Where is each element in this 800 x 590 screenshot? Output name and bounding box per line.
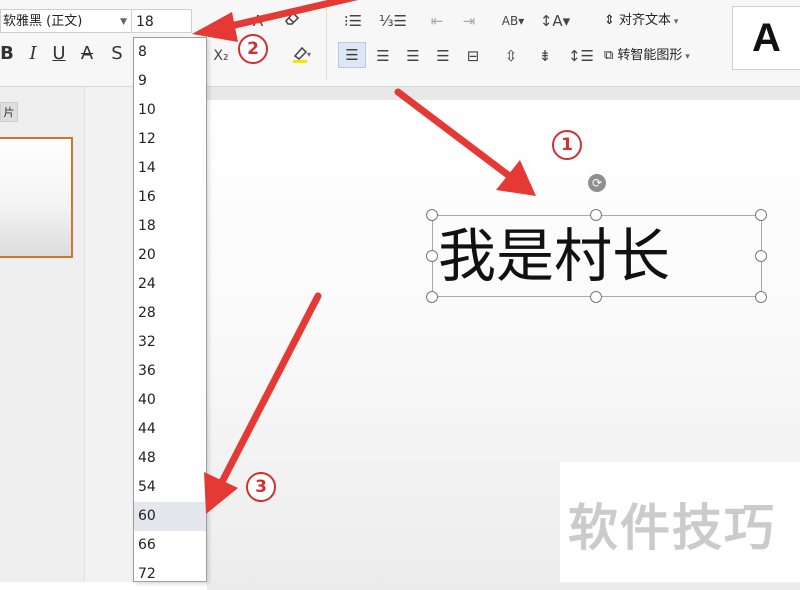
font-size-option[interactable]: 10 bbox=[134, 96, 206, 125]
slide-text[interactable]: 我是村长 bbox=[438, 218, 758, 294]
bullet-list-icon[interactable]: ⁝☰ bbox=[336, 9, 370, 33]
align-text-icon: ⇕ bbox=[604, 13, 620, 28]
numbered-list-icon[interactable]: ⅓☰ bbox=[376, 9, 410, 33]
font-name-select[interactable]: 软雅黑 (正文) ▼ bbox=[0, 9, 132, 33]
subscript-button[interactable]: X₂ bbox=[208, 44, 234, 68]
align-text-button[interactable]: ⇕ 对齐文本 ▾ bbox=[604, 9, 678, 33]
font-size-option[interactable]: 12 bbox=[134, 125, 206, 154]
strike-a-button[interactable]: A bbox=[74, 40, 100, 68]
align-center-icon[interactable]: ☰ bbox=[370, 44, 396, 68]
font-size-option[interactable]: 66 bbox=[134, 531, 206, 560]
resize-handle[interactable] bbox=[426, 291, 438, 303]
chevron-down-icon[interactable]: ▼ bbox=[120, 10, 127, 34]
step-badge-3: 3 bbox=[246, 472, 276, 502]
decrease-indent-icon[interactable]: ⇤ bbox=[424, 9, 450, 33]
font-size-option[interactable]: 9 bbox=[134, 67, 206, 96]
font-size-option[interactable]: 48 bbox=[134, 444, 206, 473]
font-size-value: 18 bbox=[136, 14, 154, 30]
highlighter-icon[interactable]: ▾ bbox=[284, 44, 318, 68]
smartart-icon: ⧉ bbox=[604, 48, 618, 63]
strikethrough-button[interactable]: S bbox=[104, 40, 130, 68]
font-size-option[interactable]: 32 bbox=[134, 328, 206, 357]
resize-handle[interactable] bbox=[426, 209, 438, 221]
text-direction-icon[interactable]: AB▾ bbox=[496, 9, 530, 33]
font-size-option[interactable]: 72 bbox=[134, 560, 206, 589]
align-left-icon[interactable]: ☰ bbox=[338, 42, 366, 68]
font-size-option[interactable]: 14 bbox=[134, 154, 206, 183]
resize-handle[interactable] bbox=[755, 291, 767, 303]
font-size-option[interactable]: 60 bbox=[134, 502, 206, 531]
style-preview[interactable]: A bbox=[732, 6, 800, 70]
resize-handle[interactable] bbox=[755, 250, 767, 262]
toolbar-divider bbox=[326, 6, 327, 80]
font-size-option[interactable]: 18 bbox=[134, 212, 206, 241]
font-size-option[interactable]: 24 bbox=[134, 270, 206, 299]
eraser-icon[interactable] bbox=[280, 9, 304, 33]
step-badge-1: 1 bbox=[552, 130, 582, 160]
font-size-option[interactable]: 40 bbox=[134, 386, 206, 415]
font-size-option[interactable]: 54 bbox=[134, 473, 206, 502]
spacing-options-icon[interactable]: ↕☰ bbox=[564, 44, 598, 68]
font-size-option[interactable]: 44 bbox=[134, 415, 206, 444]
italic-button[interactable]: I bbox=[20, 40, 46, 68]
font-size-option[interactable]: 36 bbox=[134, 357, 206, 386]
increase-indent-icon[interactable]: ⇥ bbox=[456, 9, 482, 33]
slides-tab[interactable]: 片 bbox=[0, 102, 18, 122]
resize-handle[interactable] bbox=[755, 209, 767, 221]
font-size-dropdown[interactable]: 8 9 10 12 14 16 18 20 24 28 32 36 40 44 48 54 60 66 72 bbox=[133, 37, 207, 582]
align-right-icon[interactable]: ☰ bbox=[400, 44, 426, 68]
font-color-icon[interactable]: A bbox=[246, 9, 270, 33]
paragraph-spacing-icon[interactable]: ⇳ bbox=[498, 44, 524, 68]
decrease-spacing-icon[interactable]: ⇟ bbox=[532, 44, 558, 68]
font-size-option[interactable]: 28 bbox=[134, 299, 206, 328]
watermark: 软件技巧 bbox=[560, 462, 800, 582]
smartart-button[interactable]: ⧉ 转智能图形 ▾ bbox=[604, 44, 690, 68]
resize-handle[interactable] bbox=[590, 209, 602, 221]
slide-thumbnail[interactable] bbox=[0, 137, 73, 258]
bold-button[interactable]: B bbox=[0, 40, 20, 68]
font-size-option[interactable]: 16 bbox=[134, 183, 206, 212]
font-size-option[interactable]: 8 bbox=[134, 38, 206, 67]
line-spacing-icon[interactable]: ↕A▾ bbox=[538, 9, 572, 33]
font-size-option[interactable]: 20 bbox=[134, 241, 206, 270]
resize-handle[interactable] bbox=[590, 291, 602, 303]
distributed-icon[interactable]: ⊟ bbox=[460, 44, 486, 68]
font-name-value: 软雅黑 (正文) bbox=[3, 14, 83, 29]
resize-handle[interactable] bbox=[426, 250, 438, 262]
font-size-input[interactable]: 18 bbox=[132, 9, 192, 33]
rotate-icon[interactable]: ⟳ bbox=[588, 174, 606, 192]
step-badge-2: 2 bbox=[238, 34, 268, 64]
pane-divider bbox=[84, 87, 135, 582]
underline-button[interactable]: U bbox=[46, 40, 72, 68]
justify-icon[interactable]: ☰ bbox=[430, 44, 456, 68]
svg-text:▾: ▾ bbox=[307, 50, 311, 59]
